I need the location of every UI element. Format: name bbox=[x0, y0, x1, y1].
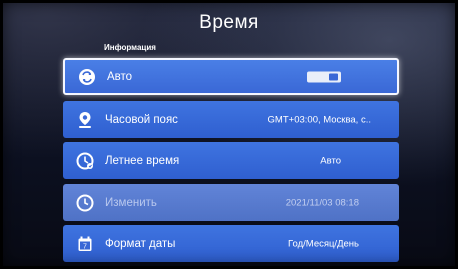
auto-sync-icon bbox=[77, 67, 97, 87]
settings-row-label: Летнее время bbox=[105, 154, 180, 167]
calendar-icon: 7 bbox=[75, 234, 95, 254]
settings-row-label: Авто bbox=[107, 70, 133, 83]
section-label: Информация bbox=[104, 43, 156, 52]
auto-toggle[interactable] bbox=[307, 71, 341, 82]
settings-row-value: Год/Месяц/День bbox=[288, 238, 359, 249]
toggle-knob bbox=[329, 73, 338, 80]
settings-row-label: Формат даты bbox=[105, 237, 176, 250]
location-pin-icon bbox=[75, 110, 95, 130]
settings-row-value: GMT+03:00, Москва, с.. bbox=[267, 114, 371, 125]
svg-text:7: 7 bbox=[83, 243, 87, 250]
settings-row-value: 2021/11/03 08:18 bbox=[285, 197, 359, 208]
settings-row-date-format[interactable]: 7 Формат даты Год/Месяц/День bbox=[63, 225, 399, 262]
settings-row-timezone[interactable]: Часовой пояс GMT+03:00, Москва, с.. bbox=[63, 101, 399, 138]
clock-icon bbox=[75, 193, 95, 213]
settings-row-change-time[interactable]: Изменить 2021/11/03 08:18 bbox=[63, 184, 399, 221]
page-title: Время bbox=[199, 12, 259, 33]
settings-row-auto[interactable]: Авто bbox=[63, 58, 399, 95]
settings-row-summer-time[interactable]: Летнее время Авто bbox=[63, 142, 399, 179]
settings-row-value: Авто bbox=[320, 155, 341, 166]
summer-time-clock-icon bbox=[75, 151, 95, 171]
settings-row-label: Часовой пояс bbox=[105, 113, 178, 126]
settings-row-label: Изменить bbox=[105, 196, 157, 209]
